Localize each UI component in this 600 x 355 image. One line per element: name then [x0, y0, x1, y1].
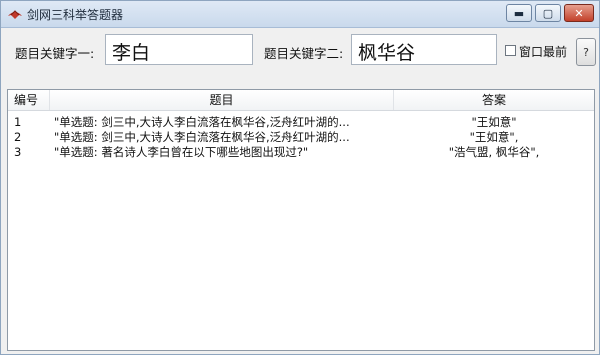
help-icon: ?: [583, 45, 589, 59]
row-id: 1: [14, 115, 22, 129]
app-logo-icon: [8, 10, 22, 19]
keyword2-value: 枫华谷: [358, 42, 416, 64]
column-header-id[interactable]: 编号: [8, 90, 50, 110]
list-header: 编号 题目 答案: [8, 90, 594, 111]
minimize-icon: ▬: [513, 6, 525, 20]
keyword2-label: 题目关键字二:: [264, 46, 344, 61]
maximize-button[interactable]: ▢: [535, 4, 561, 22]
row-answer: "王如意": [471, 115, 517, 129]
row-answer: "浩气盟, 枫华谷",: [448, 145, 540, 159]
search-toolbar: 题目关键字一: 李白 题目关键字二: 枫华谷 窗口最前: [1, 28, 599, 84]
row-id: 2: [14, 130, 22, 144]
row-id: 3: [14, 145, 22, 159]
app-window: 剑网三科举答题器 ▬ ▢ ✕ 题目关键字一: 李白 题目关键字二: 枫华谷 窗口…: [0, 0, 600, 355]
row-question: "单选题: 著名诗人李白曾在以下哪些地图出现过?": [54, 145, 309, 159]
table-row[interactable]: 1 "单选题: 剑三中,大诗人李白流落在枫华谷,泛舟红叶湖的... "王如意": [8, 115, 594, 130]
row-question: "单选题: 剑三中,大诗人李白流落在枫华谷,泛舟红叶湖的...: [54, 115, 350, 129]
topmost-checkbox[interactable]: [505, 45, 516, 56]
minimize-button[interactable]: ▬: [506, 4, 532, 22]
results-list[interactable]: 编号 题目 答案 1 "单选题: 剑三中,大诗人李白流落在枫华谷,泛舟红叶湖的.…: [7, 89, 595, 351]
keyword1-label: 题目关键字一:: [15, 46, 95, 61]
topmost-label: 窗口最前: [519, 45, 568, 59]
keyword1-value: 李白: [112, 42, 151, 64]
row-question: "单选题: 剑三中,大诗人李白流落在枫华谷,泛舟红叶湖的...: [54, 130, 350, 144]
row-answer: "王如意",: [469, 130, 519, 144]
window-title: 剑网三科举答题器: [27, 8, 124, 22]
column-header-answer[interactable]: 答案: [394, 90, 594, 110]
column-header-question[interactable]: 题目: [50, 90, 394, 110]
keyword2-input[interactable]: 枫华谷: [351, 34, 497, 65]
close-button[interactable]: ✕: [564, 4, 594, 22]
help-button[interactable]: ?: [576, 38, 596, 66]
close-icon: ✕: [574, 6, 584, 20]
keyword1-input[interactable]: 李白: [105, 34, 253, 65]
title-bar[interactable]: 剑网三科举答题器 ▬ ▢ ✕: [1, 1, 599, 28]
maximize-icon: ▢: [542, 6, 554, 20]
table-row[interactable]: 2 "单选题: 剑三中,大诗人李白流落在枫华谷,泛舟红叶湖的... "王如意",: [8, 130, 594, 145]
table-row[interactable]: 3 "单选题: 著名诗人李白曾在以下哪些地图出现过?" "浩气盟, 枫华谷",: [8, 145, 594, 160]
